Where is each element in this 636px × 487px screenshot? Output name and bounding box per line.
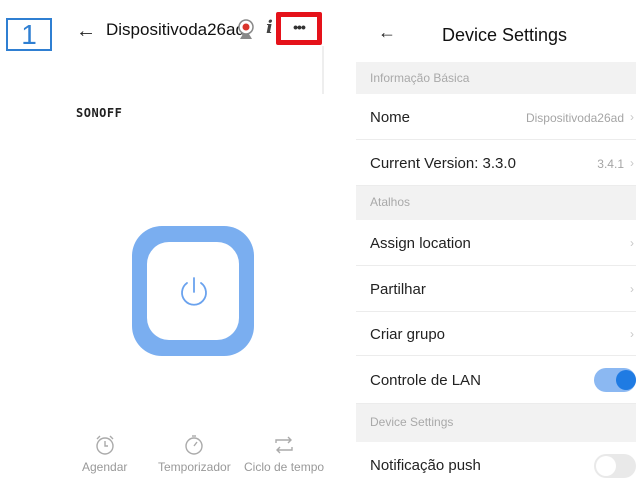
chevron-right-icon: › [630,282,634,296]
loop-timer-tool[interactable]: Ciclo de tempo [244,434,324,474]
section-basic-info: Informação Básica [356,62,636,94]
tool-label: Temporizador [158,460,231,474]
section-device-settings: Device Settings [356,404,636,442]
section-shortcuts: Atalhos [356,186,636,218]
row-assign-location[interactable]: Assign location › [356,220,636,266]
device-title: Dispositivoda26ad [106,20,245,39]
row-value: 3.4.1 [597,157,624,171]
section-label: Atalhos [370,195,411,209]
row-lan-control: Controle de LAN [356,356,636,404]
row-share[interactable]: Partilhar › [356,266,636,312]
section-label: Device Settings [370,415,454,429]
loop-icon [275,436,293,454]
tool-label: Ciclo de tempo [244,460,325,474]
row-label: Current Version: 3.3.0 [370,155,516,172]
more-dots-icon: ••• [293,19,306,35]
chevron-right-icon: › [630,156,634,170]
brand-logo-text: SONOFF [76,106,123,120]
device-screen: 1 ← Dispositivoda26ad i ••• SONOFF Agend… [0,0,340,487]
info-icon[interactable]: i [266,17,273,38]
row-label: Notificação push [370,457,481,474]
page-title: Device Settings [442,25,568,45]
row-label: Nome [370,109,411,126]
divider [322,46,324,94]
back-arrow-icon[interactable]: ← [76,20,96,43]
brand-logo: SONOFF [76,106,122,120]
more-options-button[interactable]: ••• [276,12,322,45]
row-push-notification: Notificação push [356,442,636,487]
timer-tool[interactable]: Temporizador [158,434,231,474]
row-label: Partilhar [370,281,426,298]
chevron-right-icon: › [630,327,634,341]
stopwatch-icon [185,435,204,455]
row-create-group[interactable]: Criar grupo › [356,312,636,356]
step-number-badge: 1 [6,18,52,51]
chevron-right-icon: › [630,236,634,250]
settings-header: ← Device Settings [356,0,636,62]
row-name[interactable]: Nome Dispositivoda26ad › [356,94,636,140]
chevron-right-icon: › [630,110,634,124]
row-label: Assign location [370,235,471,252]
schedule-tool[interactable]: Agendar [82,434,127,474]
push-notification-toggle[interactable] [594,454,636,478]
section-label: Informação Básica [370,71,470,85]
camera-icon[interactable] [236,18,256,42]
alarm-clock-icon [95,435,114,455]
toggle-knob [596,456,616,476]
row-firmware-version[interactable]: Current Version: 3.3.0 3.4.1 › [356,140,636,186]
power-icon [181,277,207,306]
row-value: Dispositivoda26ad [525,111,624,125]
back-arrow-icon[interactable]: ← [378,22,396,43]
row-label: Criar grupo [370,326,446,343]
toggle-knob [616,370,636,390]
tool-label: Agendar [82,460,128,474]
row-label: Controle de LAN [370,372,481,389]
lan-control-toggle[interactable] [594,368,636,392]
settings-screen: ← Device Settings Informação Básica Nome… [356,0,636,487]
